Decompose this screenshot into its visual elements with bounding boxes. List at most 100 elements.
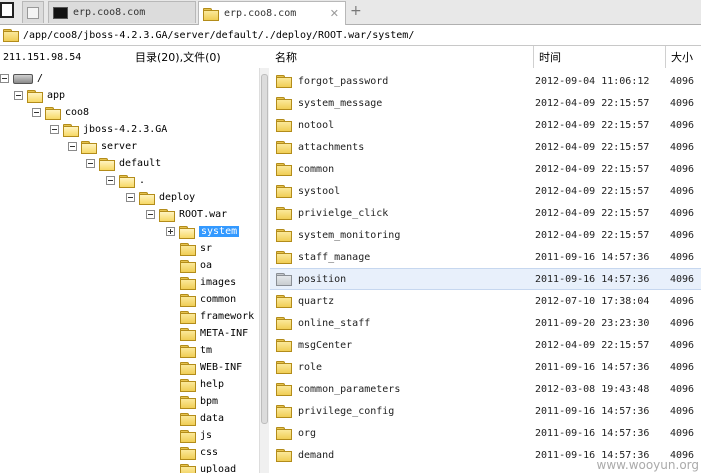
tree-node-label: images	[200, 277, 237, 288]
tree-node[interactable]: /	[0, 70, 43, 87]
file-row[interactable]: role 2011-09-16 14:57:36 4096	[270, 356, 701, 378]
folder-icon	[99, 157, 115, 171]
tree-node-label: .	[139, 175, 146, 186]
file-size: 4096	[670, 251, 695, 263]
tree-node-label: css	[200, 447, 219, 458]
tree-node[interactable]: data	[180, 410, 224, 427]
tree-node[interactable]: .	[106, 172, 145, 189]
file-row[interactable]: online_staff 2011-09-20 23:23:30 4096	[270, 312, 701, 334]
tree-node[interactable]: META-INF	[180, 325, 248, 342]
file-row[interactable]: quartz 2012-07-10 17:38:04 4096	[270, 290, 701, 312]
tree-node[interactable]: css	[180, 444, 218, 461]
collapse-icon[interactable]	[146, 210, 155, 219]
column-header-size-label: 大小	[671, 51, 693, 64]
tree-node[interactable]: common	[180, 291, 236, 308]
file-row[interactable]: systool 2012-04-09 22:15:57 4096	[270, 180, 701, 202]
file-row[interactable]: staff_manage 2011-09-16 14:57:36 4096	[270, 246, 701, 268]
tree-node[interactable]: sr	[180, 240, 212, 257]
folder-icon	[276, 427, 292, 440]
tree-node[interactable]: default	[86, 155, 161, 172]
collapse-icon[interactable]	[0, 74, 9, 83]
tree-node-label: /	[37, 73, 44, 84]
tree-scrollbar-thumb[interactable]	[261, 74, 268, 424]
folder-icon	[180, 259, 196, 273]
tree-node[interactable]: bpm	[180, 393, 218, 410]
tree-node[interactable]: ROOT.war	[146, 206, 227, 223]
folder-icon	[276, 449, 292, 462]
file-name: attachments	[298, 141, 365, 153]
file-name: quartz	[298, 295, 335, 307]
plus-icon[interactable]: +	[350, 3, 362, 19]
file-row[interactable]: common_parameters 2012-03-08 19:43:48 4096	[270, 378, 701, 400]
file-row[interactable]: org 2011-09-16 14:57:36 4096	[270, 422, 701, 444]
folder-icon	[276, 207, 292, 220]
tree-node[interactable]: coo8	[32, 104, 89, 121]
folder-icon	[276, 229, 292, 242]
tree-node[interactable]: images	[180, 274, 236, 291]
tree-node[interactable]: tm	[180, 342, 212, 359]
column-header-name[interactable]: 名称	[270, 46, 534, 68]
column-header-size[interactable]: 大小	[666, 46, 701, 68]
tree-node[interactable]: oa	[180, 257, 212, 274]
file-row[interactable]: position 2011-09-16 14:57:36 4096	[270, 268, 701, 290]
folder-icon	[276, 273, 292, 286]
file-size: 4096	[670, 317, 695, 329]
tree-node[interactable]: WEB-INF	[180, 359, 242, 376]
file-name: privielge_click	[298, 207, 389, 219]
tree-node[interactable]: system	[166, 223, 240, 240]
tree-node[interactable]: framework	[180, 308, 254, 325]
tree-node-label: help	[200, 379, 225, 390]
current-path[interactable]: /app/coo8/jboss-4.2.3.GA/server/default/…	[23, 30, 414, 41]
file-row[interactable]: msgCenter 2012-04-09 22:15:57 4096	[270, 334, 701, 356]
tab-erp-2[interactable]: erp.coo8.com ✕	[198, 1, 346, 25]
file-row[interactable]: privielge_click 2012-04-09 22:15:57 4096	[270, 202, 701, 224]
tree-node-label: default	[119, 158, 162, 169]
file-name: systool	[298, 185, 341, 197]
file-name: privilege_config	[298, 405, 395, 417]
file-row[interactable]: system_message 2012-04-09 22:15:57 4096	[270, 92, 701, 114]
tree-node[interactable]: deploy	[126, 189, 195, 206]
drive-icon	[13, 73, 33, 84]
collapse-icon[interactable]	[14, 91, 23, 100]
folder-icon	[180, 361, 196, 375]
tree-node[interactable]: app	[14, 87, 65, 104]
expand-icon[interactable]	[166, 227, 175, 236]
collapse-icon[interactable]	[126, 193, 135, 202]
file-name: msgCenter	[298, 339, 353, 351]
tree-node[interactable]: jboss-4.2.3.GA	[50, 121, 167, 138]
tree-node[interactable]: js	[180, 427, 212, 444]
folder-icon	[180, 276, 196, 290]
file-row[interactable]: notool 2012-04-09 22:15:57 4096	[270, 114, 701, 136]
folder-icon	[276, 75, 292, 88]
file-row[interactable]: forgot_password 2012-09-04 11:06:12 4096	[270, 70, 701, 92]
file-row[interactable]: common 2012-04-09 22:15:57 4096	[270, 158, 701, 180]
folder-icon	[276, 295, 292, 308]
close-icon[interactable]: ✕	[330, 7, 339, 20]
tree-node[interactable]: help	[180, 376, 224, 393]
file-row[interactable]: privilege_config 2011-09-16 14:57:36 4096	[270, 400, 701, 422]
collapse-icon[interactable]	[106, 176, 115, 185]
collapse-icon[interactable]	[68, 142, 77, 151]
column-header-time[interactable]: 时间	[534, 46, 666, 68]
file-size: 4096	[670, 339, 695, 351]
tree-scrollbar[interactable]	[259, 68, 269, 473]
file-time: 2011-09-16 14:57:36	[535, 273, 650, 285]
file-name: common_parameters	[298, 383, 401, 395]
file-time: 2012-04-09 22:15:57	[535, 229, 650, 241]
file-size: 4096	[670, 361, 695, 373]
collapse-icon[interactable]	[32, 108, 41, 117]
collapse-icon[interactable]	[86, 159, 95, 168]
folder-icon	[276, 383, 292, 396]
file-row[interactable]: attachments 2012-04-09 22:15:57 4096	[270, 136, 701, 158]
tab-blank[interactable]	[22, 1, 44, 23]
tab-bar: erp.coo8.com erp.coo8.com ✕ +	[0, 0, 701, 25]
folder-icon	[276, 163, 292, 176]
file-row[interactable]: system_monitoring 2012-04-09 22:15:57 4096	[270, 224, 701, 246]
tab-pinned[interactable]	[0, 2, 14, 18]
collapse-icon[interactable]	[50, 125, 59, 134]
tree-node-label: system	[199, 226, 240, 237]
tab-erp-1[interactable]: erp.coo8.com	[48, 1, 196, 23]
file-time: 2012-04-09 22:15:57	[535, 141, 650, 153]
tree-node[interactable]: upload	[180, 461, 236, 473]
tree-node[interactable]: server	[68, 138, 137, 155]
